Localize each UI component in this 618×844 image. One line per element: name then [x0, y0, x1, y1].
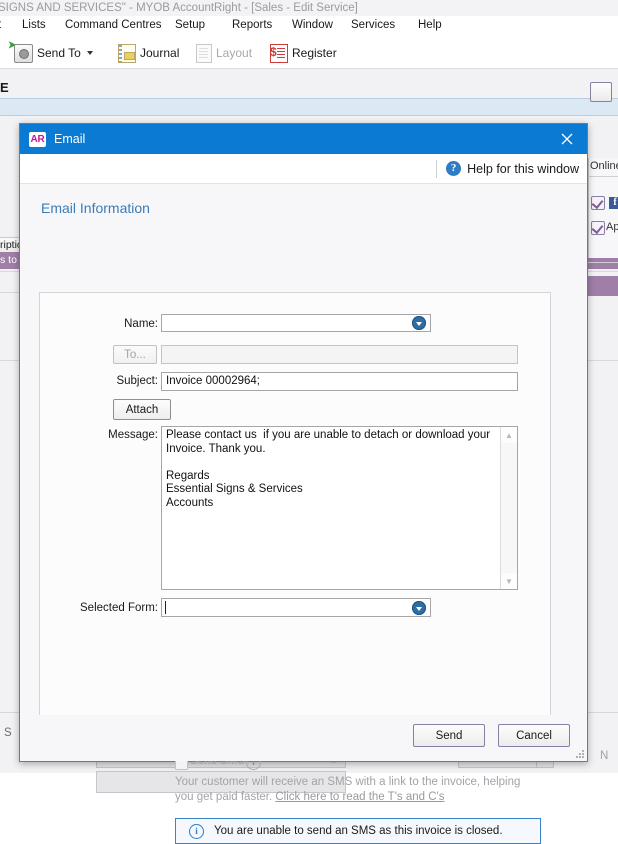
pane-header-strip: [0, 98, 618, 116]
toolbar-button-register[interactable]: Register: [270, 38, 337, 68]
email-dialog: AR Email ? Help for this window Email In…: [19, 123, 588, 762]
online-checkbox-facebook[interactable]: [591, 196, 605, 210]
helpbar-divider: [436, 160, 437, 178]
sms-closed-invoice-notice: i You are unable to send an SMS as this …: [175, 818, 541, 844]
email-dialog-helpbar: ? Help for this window: [20, 154, 587, 184]
resize-grip[interactable]: [575, 749, 584, 758]
app-toolbar: ➤ Send To Journal Layout Register: [0, 38, 618, 69]
send-button[interactable]: Send: [413, 724, 485, 747]
send-to-icon: [14, 44, 33, 63]
online-panel-selected-strip: [588, 276, 618, 296]
top-right-button[interactable]: [590, 82, 612, 102]
online-panel-divider: [588, 176, 618, 177]
email-dialog-titlebar[interactable]: AR Email: [20, 124, 587, 154]
online-panel-divider-2: [588, 262, 618, 263]
menu-item-lists[interactable]: Lists: [22, 19, 46, 31]
email-dialog-footer: Send Cancel: [20, 715, 587, 761]
online-checkbox-approved-label: Ap: [606, 221, 618, 233]
online-checkbox-approved[interactable]: [591, 221, 605, 235]
to-input[interactable]: [161, 345, 518, 364]
email-dialog-body: Email Information Name: To... Subject: I…: [20, 184, 587, 715]
tax-code-fragment: N: [600, 750, 608, 762]
menu-item-help[interactable]: Help: [418, 19, 442, 31]
toolbar-send-to-label: Send To: [37, 46, 81, 60]
name-input[interactable]: [161, 314, 431, 332]
selected-form-label: Selected Form:: [60, 602, 158, 614]
toolbar-button-journal[interactable]: Journal: [118, 38, 179, 68]
message-scrollbar[interactable]: ▲ ▼: [500, 427, 517, 589]
message-textarea[interactable]: Please contact us if you are unable to d…: [161, 426, 518, 590]
help-for-this-window-link[interactable]: Help for this window: [467, 162, 579, 176]
send-sms-terms-link[interactable]: Click here to read the T's and C's: [275, 791, 444, 803]
facebook-icon: f: [609, 197, 618, 209]
app-window-title-text: SIGNS AND SERVICES" - MYOB AccountRight …: [0, 2, 358, 14]
selected-form-dropdown-icon[interactable]: [412, 601, 426, 615]
help-question-icon[interactable]: ?: [446, 161, 461, 176]
app-window-title: SIGNS AND SERVICES" - MYOB AccountRight …: [0, 0, 618, 16]
toolbar-journal-label: Journal: [140, 46, 179, 60]
to-button[interactable]: To...: [113, 345, 157, 364]
menu-item-reports[interactable]: Reports: [232, 19, 272, 31]
menu-item-setup[interactable]: Setup: [175, 19, 205, 31]
send-sms-description: Your customer will receive an SMS with a…: [175, 775, 541, 805]
email-information-heading: Email Information: [41, 200, 150, 216]
scroll-down-icon[interactable]: ▼: [501, 573, 517, 589]
subject-input[interactable]: Invoice 00002964;: [161, 372, 518, 391]
menu-item-command-centres[interactable]: Command Centres: [65, 19, 162, 31]
message-textarea-value: Please contact us if you are unable to d…: [166, 429, 499, 510]
sms-closed-invoice-notice-text: You are unable to send an SMS as this in…: [214, 825, 503, 837]
cancel-button[interactable]: Cancel: [498, 724, 570, 747]
message-label: Message:: [80, 429, 158, 441]
layout-page-icon: [196, 44, 212, 63]
menu-item-services[interactable]: Services: [351, 19, 395, 31]
accountright-logo: AR: [29, 132, 46, 147]
register-invoice-icon: [270, 44, 288, 63]
menu-item-edit[interactable]: t: [0, 19, 1, 31]
page-title-fragment: E: [0, 80, 9, 95]
toolbar-button-layout[interactable]: Layout: [196, 38, 252, 68]
close-icon[interactable]: [547, 124, 587, 154]
online-panel-label: Online: [590, 160, 618, 172]
notice-info-circle-icon: i: [189, 824, 204, 839]
email-dialog-title: Email: [54, 132, 85, 146]
attach-button[interactable]: Attach: [113, 399, 171, 420]
scroll-up-icon[interactable]: ▲: [501, 427, 517, 443]
salesperson-label: S: [4, 727, 12, 739]
app-menu-bar: t Lists Command Centres Setup Reports Wi…: [0, 16, 618, 39]
selected-form-input[interactable]: [161, 598, 431, 617]
chevron-down-icon: [87, 51, 93, 55]
toolbar-register-label: Register: [292, 46, 337, 60]
toolbar-button-send-to[interactable]: ➤ Send To: [14, 38, 93, 68]
journal-icon: [118, 44, 136, 63]
name-dropdown-icon[interactable]: [412, 316, 426, 330]
toolbar-layout-label: Layout: [216, 46, 252, 60]
menu-item-window[interactable]: Window: [292, 19, 333, 31]
name-label: Name:: [80, 318, 158, 330]
subject-input-value: Invoice 00002964;: [166, 375, 260, 387]
text-caret: [165, 601, 166, 614]
subject-label: Subject:: [80, 375, 158, 387]
